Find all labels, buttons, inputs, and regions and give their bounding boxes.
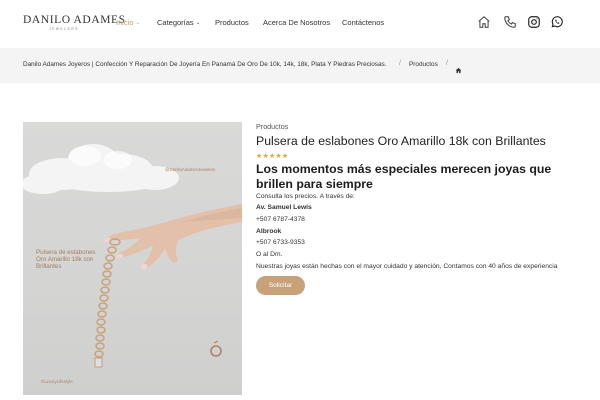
breadcrumb-productos-link[interactable]: Productos: [409, 61, 438, 68]
nav-item-contacto[interactable]: Contáctenos: [342, 18, 384, 27]
phone-number[interactable]: +507 6787-4378: [256, 216, 305, 223]
breadcrumb-root-link[interactable]: Danilo Adames Joyeros | Confección Y Rep…: [23, 61, 387, 68]
consult-text: Consulta los precios. A través de:: [256, 193, 355, 200]
location-label: Av. Samuel Lewis: [256, 204, 312, 211]
nav-item-inicio[interactable]: Inicio ⌄: [116, 18, 140, 27]
image-caption: Pulsera de eslabones Oro Amarillo 18k co…: [36, 249, 96, 270]
product-category[interactable]: Productos: [256, 122, 288, 131]
product-description: Nuestras joyas están hechas con el mayor…: [256, 263, 558, 270]
image-caption-line: Oro Amarillo 18k con: [36, 256, 94, 263]
instagram-icon[interactable]: [527, 15, 541, 29]
whatsapp-icon[interactable]: [550, 15, 564, 29]
nav-item-productos[interactable]: Productos: [215, 18, 249, 27]
dm-text: O al Dm.: [256, 251, 283, 258]
home-icon[interactable]: [455, 61, 462, 74]
image-tag-handle: @DaniloAdamesJewelers: [165, 167, 216, 172]
chevron-down-icon: ⌄: [135, 20, 141, 26]
breadcrumb: Danilo Adames Joyeros | Confección Y Rep…: [0, 48, 600, 83]
product-title: Pulsera de eslabones Oro Amarillo 18k co…: [256, 134, 546, 148]
logo[interactable]: DANILO ADAMES JEWELERS: [23, 14, 126, 34]
logo-subtext: JEWELERS: [49, 27, 79, 31]
nav-item-categorias[interactable]: Categorías ⌄: [157, 18, 200, 27]
image-caption-line: Pulsera de eslabones: [36, 249, 96, 256]
image-caption-line: Brillantes: [36, 263, 62, 270]
nav-item-acerca[interactable]: Acerca De Nosotros: [263, 18, 330, 27]
home-icon[interactable]: [477, 15, 491, 29]
request-button[interactable]: Solicitar: [256, 276, 305, 295]
nav-label-categorias: Categorías: [157, 18, 194, 27]
chevron-down-icon: ⌄: [195, 20, 201, 26]
nav-label-inicio: Inicio: [116, 18, 134, 27]
phone-number[interactable]: +507 6733-9353: [256, 239, 305, 246]
product-headline: Los momentos más especiales merecen joya…: [256, 162, 552, 191]
logo-text: DANILO ADAMES: [23, 14, 126, 26]
breadcrumb-separator: /: [399, 60, 401, 67]
product-image[interactable]: @DaniloAdamesJewelers Pulsera de eslabon…: [23, 122, 242, 395]
breadcrumb-separator: /: [446, 60, 448, 67]
rating-stars: ★★★★★: [256, 153, 289, 160]
site-header: DANILO ADAMES JEWELERS Inicio ⌄ Categoría…: [0, 0, 600, 48]
location-label: Albrook: [256, 228, 282, 235]
image-tag-hashtag: #LuxuryLifestyle: [41, 379, 73, 384]
phone-icon[interactable]: [503, 15, 517, 29]
